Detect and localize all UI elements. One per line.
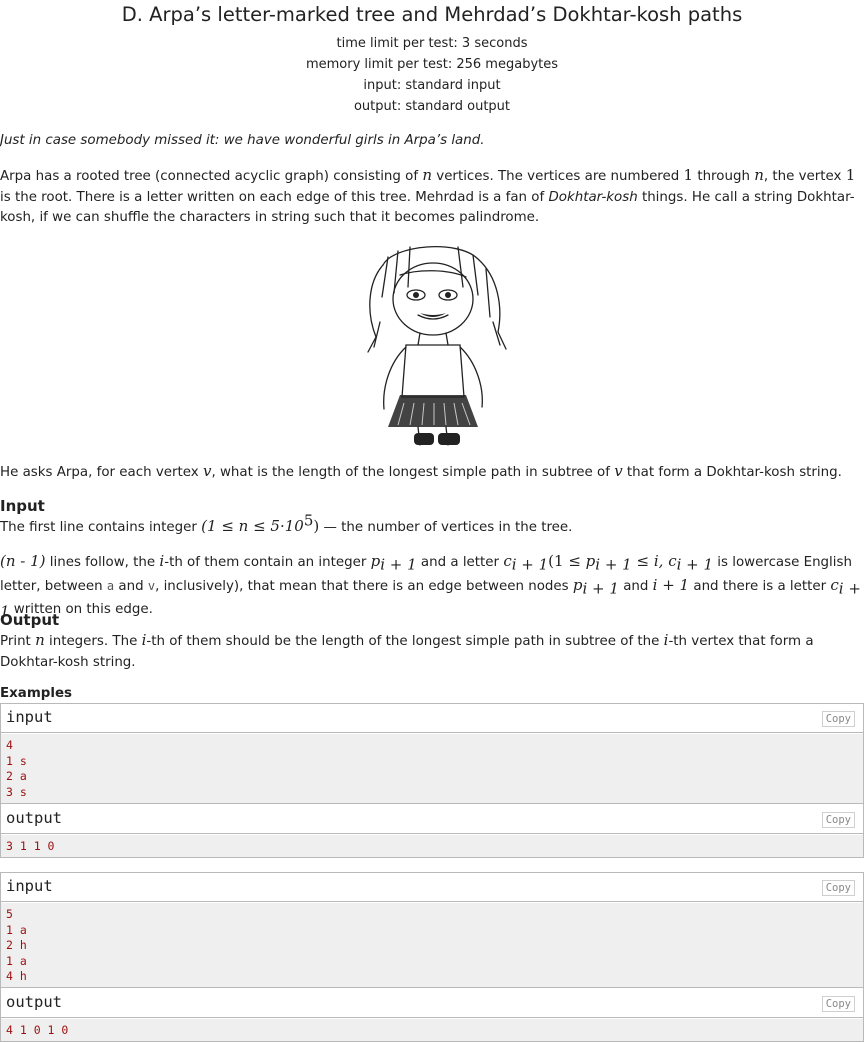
copy-button[interactable]: Copy [821,711,855,727]
example-1-input-header: input Copy [1,704,863,733]
input-line: 4 [6,738,13,752]
input-line-1: The first line contains integer (1 ≤ n ≤… [0,511,573,535]
example-1-output-header: output Copy [1,805,863,834]
example-input-label: input [6,708,53,726]
input-line: 4 h [6,969,27,984]
memory-limit: memory limit per test: 256 megabytes [305,57,559,72]
output-file: output: standard output [353,99,511,114]
output-line: 4 1 0 1 0 [6,1023,69,1037]
input-file: input: standard input [363,78,501,93]
copy-button[interactable]: Copy [821,996,855,1012]
legend-question: He asks Arpa, for each vertex v, what is… [0,462,842,480]
example-2-input-body[interactable]: 5 1 a 2 h 1 a 4 h [1,903,863,988]
example-1-output-body[interactable]: 3 1 1 0 [1,835,863,857]
example-1: input Copy 4 1 s 2 a 3 s output Copy 3 1… [0,703,864,858]
input-line: 1 a [6,922,27,937]
problem-title: D. Arpa’s letter-marked tree and Mehrdad… [121,3,743,26]
output-line-1: Print n integers. The i-th of them shoul… [0,631,814,670]
input-line: 2 h [6,938,27,953]
copy-button[interactable]: Copy [821,880,855,896]
legend-intro: Just in case somebody missed it: we have… [0,133,485,148]
input-line: 1 a [6,953,27,968]
copy-button[interactable]: Copy [821,812,855,828]
example-2-input-header: input Copy [1,873,863,902]
input-line: 5 [6,907,13,921]
example-2: input Copy 5 1 a 2 h 1 a 4 h output Copy… [0,872,864,1042]
example-1-input-body[interactable]: 4 1 s 2 a 3 s [1,734,863,804]
time-limit: time limit per test: 3 seconds [336,36,528,51]
example-2-output-header: output Copy [1,989,863,1018]
input-section-title: Input [0,497,45,515]
girl-illustration [367,246,507,446]
examples-title: Examples [0,686,73,701]
example-input-label: input [6,877,53,895]
input-line-2: (n - 1) lines follow, the i-th of them c… [0,552,861,621]
example-2-output-body[interactable]: 4 1 0 1 0 [1,1019,863,1041]
example-output-label: output [6,809,62,827]
output-section-title: Output [0,611,60,629]
input-line: 1 s [6,753,27,768]
output-line: 3 1 1 0 [6,839,55,853]
legend-paragraph: Arpa has a rooted tree (connected acycli… [0,166,856,225]
example-output-label: output [6,993,62,1011]
input-line: 3 s [6,784,27,799]
input-line: 2 a [6,769,27,784]
